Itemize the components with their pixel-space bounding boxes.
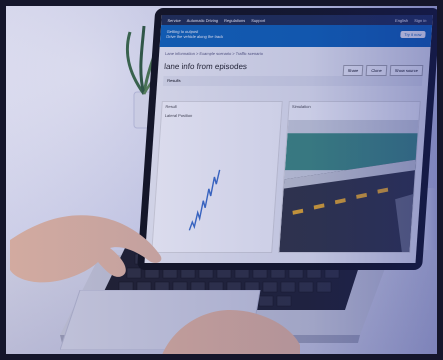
road-simulation-icon — [278, 120, 419, 252]
app-topbar: Service Automatic Driving Regulations Su… — [161, 15, 433, 25]
section-header[interactable]: Results — [162, 76, 423, 86]
screen-display: Service Automatic Driving Regulations Su… — [144, 15, 433, 263]
share-button[interactable]: Share — [342, 65, 364, 76]
banner-subtitle: Drive the vehicle along the track — [166, 34, 224, 39]
topbar-item[interactable]: Regulations — [224, 18, 245, 23]
laptop-screen: Service Automatic Driving Regulations Su… — [137, 8, 441, 270]
action-buttons: Share Clone Show source — [342, 65, 424, 76]
promo-banner: Getting to outpost Drive the vehicle alo… — [159, 25, 433, 47]
simulation-view: Simulation — [277, 101, 421, 253]
result-plot: Result Lateral Position — [151, 101, 283, 253]
try-button[interactable]: Try it now — [400, 31, 426, 38]
photo-scene: Service Automatic Driving Regulations Su… — [0, 0, 443, 360]
simulation-label: Simulation — [291, 104, 311, 109]
topbar-item[interactable]: English — [395, 18, 408, 23]
topbar-item[interactable]: Automatic Driving — [187, 18, 219, 23]
clone-button[interactable]: Clone — [365, 65, 388, 76]
left-hand — [10, 215, 162, 283]
breadcrumb[interactable]: Lane information > Example scenario > Tr… — [159, 47, 431, 60]
show-source-button[interactable]: Show source — [389, 65, 424, 76]
topbar-item[interactable]: Service — [167, 18, 181, 23]
topbar-item[interactable]: Support — [251, 18, 265, 23]
lateral-position-line — [188, 169, 221, 231]
topbar-item[interactable]: Sign in — [414, 18, 427, 23]
plots-area: Result Lateral Position Simulation — [151, 101, 421, 253]
right-hand — [160, 310, 300, 360]
